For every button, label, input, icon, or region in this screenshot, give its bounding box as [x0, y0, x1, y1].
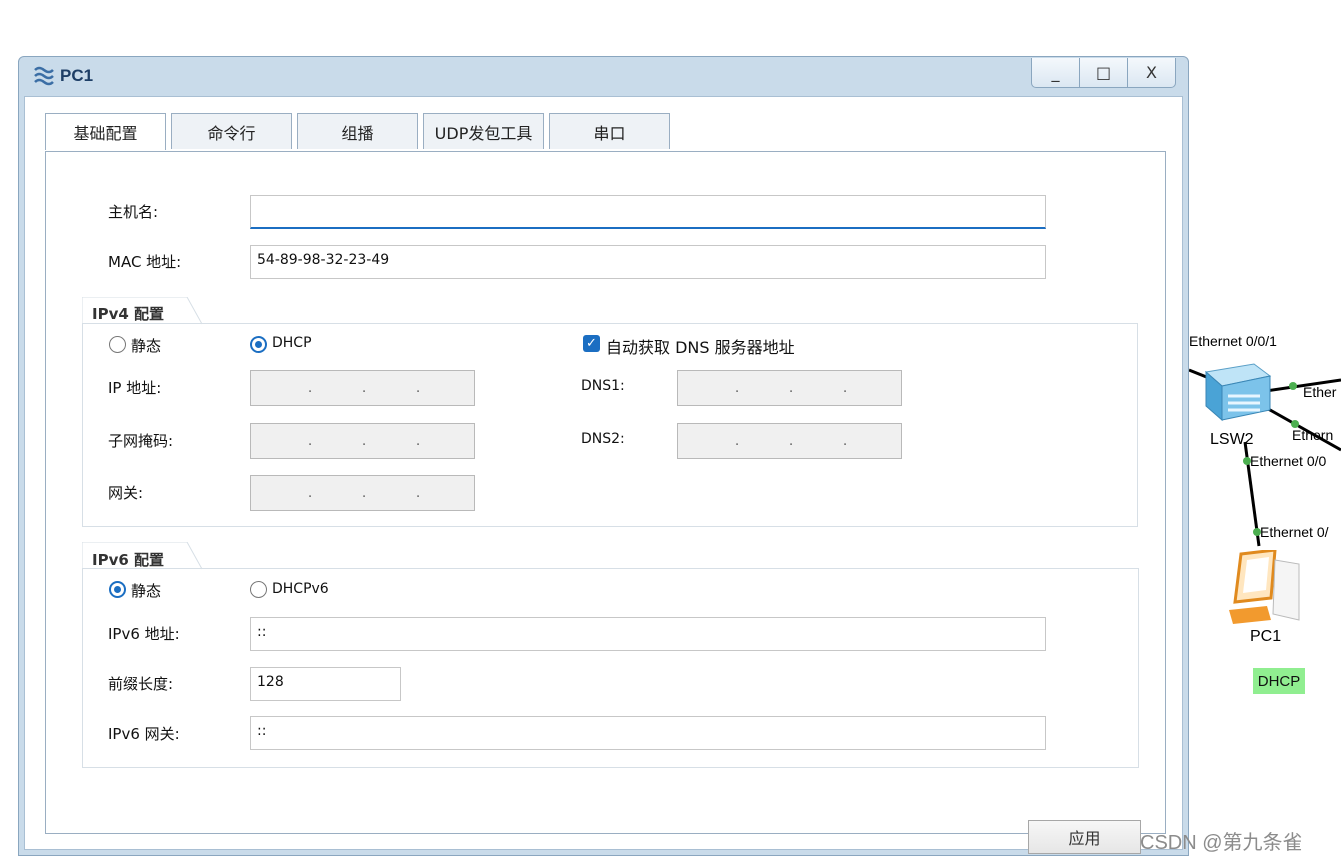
- gateway-label: 网关:: [108, 484, 144, 502]
- auto-dns-label: 自动获取 DNS 服务器地址: [606, 338, 795, 357]
- mac-input[interactable]: 54-89-98-32-23-49: [250, 245, 1046, 279]
- port-label-ethernet-00: Ethernet 0/0: [1250, 453, 1327, 469]
- dns1-label: DNS1:: [581, 378, 625, 394]
- minimize-button[interactable]: _: [1031, 58, 1080, 88]
- dns2-label: DNS2:: [581, 431, 625, 447]
- dns1-input[interactable]: ...: [677, 370, 902, 406]
- tab-basic-config[interactable]: 基础配置: [45, 113, 166, 150]
- prefix-length-input[interactable]: 128: [250, 667, 401, 701]
- apply-button[interactable]: 应用: [1028, 820, 1141, 854]
- pc-name-label: PC1: [1250, 628, 1282, 645]
- ipv6-address-label: IPv6 地址:: [108, 625, 180, 643]
- title-bar[interactable]: PC1 _ □ X: [19, 57, 1188, 95]
- pc1-config-window: PC1 _ □ X 基础配置 命令行 组播 UDP发包工具 串口 主机名: MA…: [18, 56, 1189, 856]
- pc-app-icon: [34, 66, 54, 86]
- window-client-area: 基础配置 命令行 组播 UDP发包工具 串口 主机名: MAC 地址: 54-8…: [24, 96, 1183, 854]
- port-label-ether: Ether: [1303, 384, 1337, 400]
- ip-address-input[interactable]: ...: [250, 370, 475, 406]
- ipv4-static-label: 静态: [131, 337, 162, 355]
- mac-label: MAC 地址:: [108, 253, 182, 271]
- ipv6-address-input[interactable]: ::: [250, 617, 1046, 651]
- csdn-watermark: CSDN @第九条雀: [1140, 832, 1303, 854]
- basic-config-panel: 主机名: MAC 地址: 54-89-98-32-23-49 IPv4 配置 静…: [45, 151, 1166, 834]
- ipv6-dhcpv6-label: DHCPv6: [272, 581, 329, 597]
- port-label-ethernet-001: Ethernet 0/0/1: [1189, 333, 1277, 349]
- switch-icon[interactable]: [1200, 356, 1272, 422]
- ipv4-dhcp-radio[interactable]: [250, 336, 267, 353]
- auto-dns-checkbox[interactable]: ✓: [583, 335, 600, 352]
- ipv6-gateway-label: IPv6 网关:: [108, 725, 180, 743]
- port-dot: [1289, 382, 1297, 390]
- tab-udp-tool[interactable]: UDP发包工具: [423, 113, 544, 149]
- subnet-mask-input[interactable]: ...: [250, 423, 475, 459]
- window-controls: _ □ X: [1031, 58, 1176, 88]
- ipv6-group-title: IPv6 配置: [92, 551, 165, 569]
- maximize-button[interactable]: □: [1079, 58, 1128, 88]
- close-icon: X: [1146, 63, 1157, 82]
- maximize-icon: □: [1095, 63, 1112, 82]
- tab-bar: 基础配置 命令行 组播 UDP发包工具 串口: [45, 113, 675, 150]
- ip-address-label: IP 地址:: [108, 379, 162, 397]
- ipv6-dhcpv6-radio[interactable]: [250, 581, 267, 598]
- pc-dhcp-badge: DHCP: [1253, 668, 1305, 694]
- dns2-input[interactable]: ...: [677, 423, 902, 459]
- port-label-ethern: Ethern: [1292, 427, 1334, 443]
- switch-name-label: LSW2: [1210, 431, 1254, 448]
- ipv6-static-label: 静态: [131, 582, 162, 600]
- tab-command-line[interactable]: 命令行: [171, 113, 292, 149]
- window-title: PC1: [60, 66, 94, 85]
- ipv6-gateway-input[interactable]: ::: [250, 716, 1046, 750]
- minimize-icon: _: [1051, 63, 1060, 82]
- tab-multicast[interactable]: 组播: [297, 113, 418, 149]
- prefix-length-label: 前缀长度:: [108, 675, 174, 693]
- subnet-mask-label: 子网掩码:: [108, 432, 174, 450]
- hostname-input[interactable]: [250, 195, 1046, 229]
- close-button[interactable]: X: [1127, 58, 1176, 88]
- ipv4-dhcp-label: DHCP: [272, 335, 312, 351]
- hostname-label: 主机名:: [108, 203, 159, 221]
- ipv4-group-title: IPv4 配置: [92, 305, 165, 323]
- port-label-ethernet-0: Ethernet 0/: [1260, 524, 1329, 540]
- ipv6-static-radio[interactable]: [109, 581, 126, 598]
- gateway-input[interactable]: ...: [250, 475, 475, 511]
- tab-serial-port[interactable]: 串口: [549, 113, 670, 149]
- pc-icon[interactable]: [1227, 550, 1305, 624]
- ipv4-static-radio[interactable]: [109, 336, 126, 353]
